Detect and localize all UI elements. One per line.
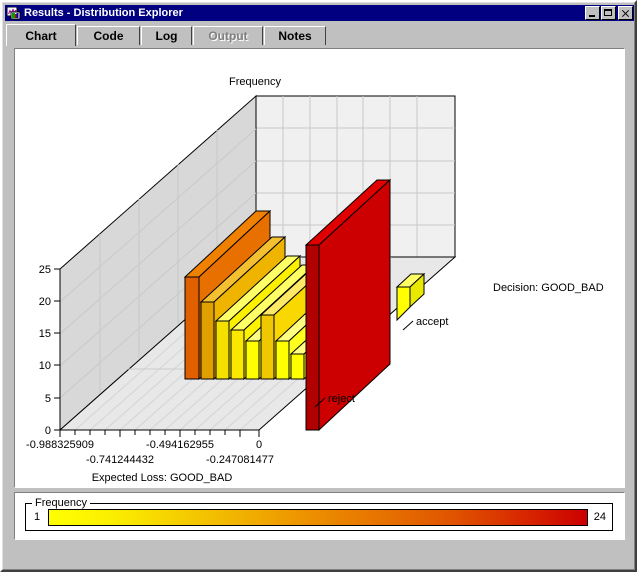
ztick-25: 25 <box>39 264 51 276</box>
xtick-3: -0.247081477 <box>206 454 274 466</box>
tab-code-label: Code <box>93 29 124 43</box>
x-axis-title: Expected Loss: GOOD_BAD <box>92 472 233 484</box>
close-button[interactable] <box>618 6 633 20</box>
tab-code[interactable]: Code <box>77 26 140 45</box>
ztick-5: 5 <box>45 393 51 405</box>
ztick-10: 10 <box>39 360 51 372</box>
legend-panel: Frequency 1 24 <box>14 492 625 540</box>
tab-log-label: Log <box>155 29 178 43</box>
chart-document-icon <box>7 6 21 20</box>
tab-output: Output <box>193 26 263 45</box>
window-controls <box>584 6 633 20</box>
distribution-3d-chart: 25 20 15 10 5 0 Frequency -0.988325909 -… <box>26 76 604 484</box>
legend-title: Frequency <box>32 497 90 509</box>
xtick-1: -0.741244432 <box>86 454 154 466</box>
z-axis-title: Frequency <box>229 76 281 88</box>
xtick-0: -0.988325909 <box>26 439 94 451</box>
category-label-reject: reject <box>328 393 355 405</box>
window-title: Results - Distribution Explorer <box>24 7 183 19</box>
legend-group-box: Frequency 1 24 <box>25 497 613 531</box>
client-area: 25 20 15 10 5 0 Frequency -0.988325909 -… <box>6 45 635 570</box>
xtick-2: -0.494162955 <box>146 439 214 451</box>
tab-chart-label: Chart <box>25 28 57 43</box>
tab-notes-label: Notes <box>278 29 312 43</box>
y-axis-title: Decision: GOOD_BAD <box>493 282 604 294</box>
title-bar: Results - Distribution Explorer <box>5 5 634 21</box>
ztick-20: 20 <box>39 296 51 308</box>
minimize-button[interactable] <box>585 6 600 20</box>
tab-output-label: Output <box>208 29 248 43</box>
tab-strip: Chart Code Log Output Notes <box>6 24 633 46</box>
legend-max-value: 24 <box>593 511 606 523</box>
tab-chart[interactable]: Chart <box>6 24 76 46</box>
chart-panel: 25 20 15 10 5 0 Frequency -0.988325909 -… <box>14 48 625 488</box>
tab-log[interactable]: Log <box>141 26 192 45</box>
legend-gradient-bar <box>48 509 588 526</box>
ztick-0: 0 <box>45 425 51 437</box>
legend-min-value: 1 <box>34 511 41 523</box>
maximize-button[interactable] <box>601 6 616 20</box>
xtick-4: 0 <box>256 439 262 451</box>
ztick-15: 15 <box>39 328 51 340</box>
results-window: Results - Distribution Explorer Chart Co… <box>0 0 637 572</box>
category-label-accept: accept <box>416 316 448 328</box>
tab-notes[interactable]: Notes <box>264 26 326 45</box>
